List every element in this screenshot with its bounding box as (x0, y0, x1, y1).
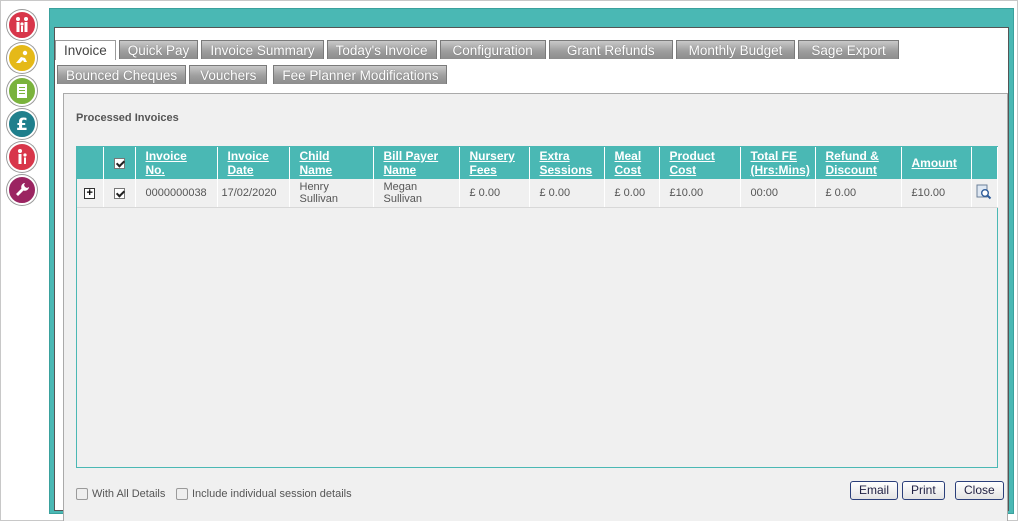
cell-refund-discount: £ 0.00 (815, 179, 902, 208)
tab-bar-primary: Invoice Quick Pay Invoice Summary Today'… (55, 40, 902, 60)
cell-invoice-no: 0000000038 (135, 179, 218, 208)
tab-bounced-cheques[interactable]: Bounced Cheques (57, 65, 187, 84)
row-checkbox[interactable] (113, 187, 125, 199)
invoice-module: Invoice Quick Pay Invoice Summary Today'… (54, 27, 1009, 521)
parent-child-icon[interactable] (7, 142, 37, 172)
register-icon[interactable] (7, 76, 37, 106)
tab-sage-export[interactable]: Sage Export (798, 40, 899, 59)
tab-invoice-summary[interactable]: Invoice Summary (201, 40, 324, 59)
tab-configuration[interactable]: Configuration (439, 40, 546, 59)
content-panel: Processed Invoices Invoice No. Invoice D… (63, 93, 1008, 521)
close-button[interactable]: Close (955, 481, 1004, 500)
expand-column-header (77, 147, 104, 179)
option-include-session-details[interactable]: Include individual session details (176, 488, 352, 500)
with-all-details-label: With All Details (92, 488, 166, 500)
table-row: + 0000000038 17/02/2020 Henry Sullivan M… (77, 179, 998, 208)
select-all-checkbox[interactable] (113, 158, 125, 170)
family-icon[interactable] (7, 10, 37, 40)
header-nursery-fees[interactable]: Nursery Fees (459, 147, 530, 179)
processed-invoices-table: Invoice No. Invoice Date Child Name Bill… (77, 147, 998, 208)
cell-child-name: Henry Sullivan (289, 179, 374, 208)
select-all-header (103, 147, 136, 179)
header-meal-cost[interactable]: Meal Cost (604, 147, 660, 179)
header-extra-sessions[interactable]: Extra Sessions (529, 147, 605, 179)
tab-quick-pay[interactable]: Quick Pay (118, 40, 199, 59)
tab-vouchers[interactable]: Vouchers (189, 65, 268, 84)
header-refund-discount[interactable]: Refund & Discount (815, 147, 902, 179)
header-invoice-date[interactable]: Invoice Date (217, 147, 290, 179)
wrench-icon[interactable] (7, 175, 37, 205)
expand-row-button[interactable]: + (84, 188, 96, 199)
cell-bill-payer-name: Megan Sullivan (373, 179, 460, 208)
invoice-grid: Invoice No. Invoice Date Child Name Bill… (76, 146, 998, 468)
tab-todays-invoice[interactable]: Today's Invoice (326, 40, 437, 59)
action-cell (971, 179, 998, 208)
cell-amount: £10.00 (901, 179, 972, 208)
select-cell (103, 179, 136, 208)
header-amount[interactable]: Amount (901, 147, 972, 179)
print-button[interactable]: Print (902, 481, 945, 500)
header-bill-payer-name[interactable]: Bill Payer Name (373, 147, 460, 179)
expand-cell: + (77, 179, 104, 208)
header-invoice-no[interactable]: Invoice No. (135, 147, 218, 179)
sidebar: £ (7, 10, 39, 208)
view-invoice-icon[interactable] (976, 184, 992, 203)
cell-invoice-date: 17/02/2020 (217, 179, 290, 208)
tab-bar-secondary: Bounced Cheques Vouchers Fee Planner Mod… (57, 65, 450, 84)
tab-grant-refunds[interactable]: Grant Refunds (548, 40, 673, 59)
child-play-icon[interactable] (7, 43, 37, 73)
cell-extra-sessions: £ 0.00 (529, 179, 605, 208)
cell-product-cost: £10.00 (659, 179, 741, 208)
cell-total-fe: 00:00 (740, 179, 816, 208)
option-with-all-details[interactable]: With All Details (76, 488, 165, 500)
tab-invoice[interactable]: Invoice (55, 40, 116, 60)
action-column-header (971, 147, 998, 179)
table-header-row: Invoice No. Invoice Date Child Name Bill… (77, 147, 998, 179)
pound-icon[interactable]: £ (7, 109, 37, 139)
header-product-cost[interactable]: Product Cost (659, 147, 741, 179)
tab-monthly-budget[interactable]: Monthly Budget (675, 40, 796, 59)
cell-nursery-fees: £ 0.00 (459, 179, 530, 208)
include-session-details-label: Include individual session details (192, 488, 352, 500)
email-button[interactable]: Email (850, 481, 899, 500)
with-all-details-checkbox[interactable] (76, 488, 88, 500)
include-session-details-checkbox[interactable] (176, 488, 188, 500)
section-title: Processed Invoices (76, 112, 179, 124)
cell-meal-cost: £ 0.00 (604, 179, 660, 208)
svg-text:£: £ (16, 115, 28, 134)
tab-fee-planner-modifications[interactable]: Fee Planner Modifications (273, 65, 448, 84)
header-total-fe[interactable]: Total FE (Hrs:Mins) (740, 147, 816, 179)
header-child-name[interactable]: Child Name (289, 147, 374, 179)
main-panel: Invoice Quick Pay Invoice Summary Today'… (49, 8, 1014, 521)
